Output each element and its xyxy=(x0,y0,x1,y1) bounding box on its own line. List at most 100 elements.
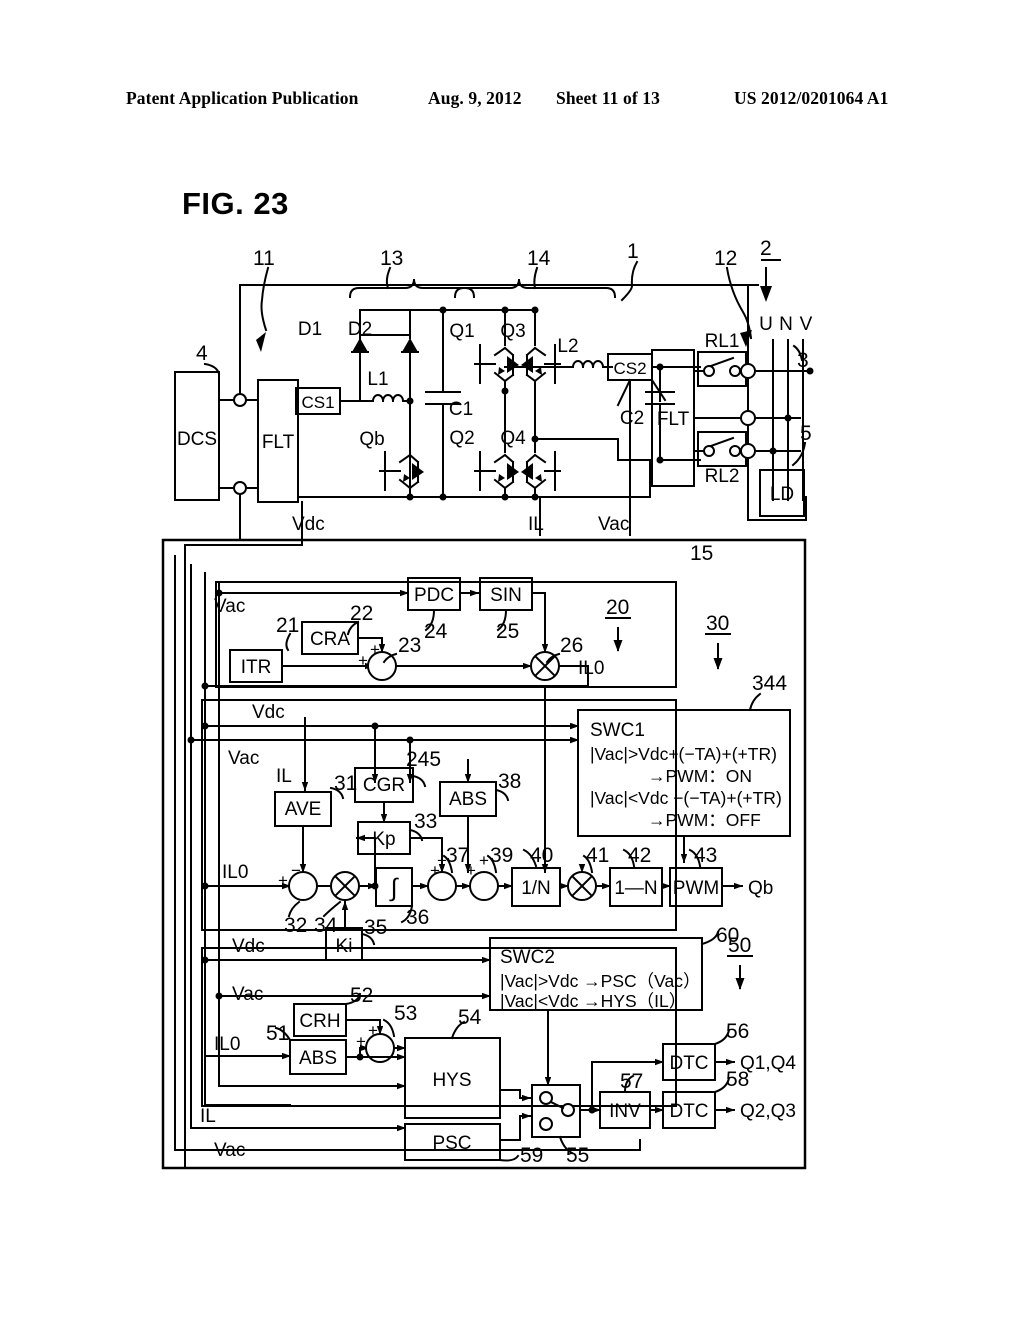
swc2-line2: |Vac|<Vdc →HYS（IL） xyxy=(500,991,686,1011)
sign-23-plus-top: + xyxy=(370,640,380,659)
terminal-n xyxy=(740,410,756,426)
ref-52: 52 xyxy=(350,984,373,1007)
ref-3: 3 xyxy=(797,349,809,372)
terminal-dc-minus xyxy=(233,481,247,495)
label-ld: LD xyxy=(770,484,794,505)
sign-53-left: + xyxy=(356,1032,366,1051)
leader-59 xyxy=(498,1154,520,1162)
figure-23-drawing: DCS FLT CS1 CS2 FLT LD D1 D2 Q1 Q2 Q3 Q4… xyxy=(161,237,814,1170)
sign-23-plus-left: + xyxy=(358,651,368,670)
label-dtc-56: DTC xyxy=(669,1053,708,1074)
swc1-line2: →PWM：ON xyxy=(648,766,752,786)
label-il-30: IL xyxy=(276,766,292,787)
ref-11: 11 xyxy=(253,247,275,270)
label-q4: Q4 xyxy=(500,428,526,449)
ref-4: 4 xyxy=(196,342,208,365)
label-d1: D1 xyxy=(298,319,322,340)
ref-40: 40 xyxy=(530,844,553,867)
terminal-u xyxy=(740,363,756,379)
ref-21: 21 xyxy=(276,614,299,637)
label-l1: L1 xyxy=(367,369,388,390)
label-q2: Q2 xyxy=(449,428,474,449)
label-rl2: RL2 xyxy=(705,466,740,487)
ref-59: 59 xyxy=(520,1144,543,1167)
label-qb: Qb xyxy=(359,429,384,450)
ref-12: 12 xyxy=(714,247,737,270)
ref-55: 55 xyxy=(566,1144,589,1167)
label-ave: AVE xyxy=(285,799,322,820)
swc1-line1: |Vac|>Vdc+(−TA)+(+TR) xyxy=(590,744,777,764)
label-c2: C2 xyxy=(620,408,644,429)
label-cra: CRA xyxy=(310,629,350,650)
leader-344 xyxy=(748,692,762,712)
label-itr: ITR xyxy=(241,657,272,678)
ref-245: 245 xyxy=(406,748,441,771)
switch-contact-common xyxy=(561,1103,575,1117)
ref-24: 24 xyxy=(424,620,448,643)
label-il0-main: IL0 xyxy=(222,862,248,883)
ref-23: 23 xyxy=(398,634,421,657)
label-vdc-30: Vdc xyxy=(252,702,285,723)
label-vac-bottom: Vac xyxy=(214,1140,245,1161)
ref-25: 25 xyxy=(496,620,519,643)
label-abs-51: ABS xyxy=(299,1048,337,1069)
leader-53 xyxy=(382,1018,396,1038)
label-terminal-u: U xyxy=(759,314,773,335)
swc1-line4: →PWM：OFF xyxy=(648,810,761,830)
terminal-v xyxy=(740,443,756,459)
ref-57: 57 xyxy=(620,1070,643,1093)
leader-1 xyxy=(620,260,639,302)
label-l2: L2 xyxy=(557,336,578,357)
sign-32-minus: − xyxy=(291,861,301,880)
ref-58: 58 xyxy=(726,1068,749,1091)
ref-344: 344 xyxy=(752,672,787,695)
ref-22: 22 xyxy=(350,602,373,625)
ref-39: 39 xyxy=(490,844,513,867)
relay-rl1-contact-b xyxy=(729,365,741,377)
label-hys: HYS xyxy=(432,1070,471,1091)
sign-39-top: + xyxy=(479,851,489,870)
ref-53: 53 xyxy=(394,1002,417,1025)
ref-51: 51 xyxy=(266,1022,289,1045)
label-vac-50: Vac xyxy=(232,984,263,1005)
swc1-line3: |Vac|<Vdc −(−TA)+(+TR) xyxy=(590,788,782,808)
label-il0-50: IL0 xyxy=(214,1034,240,1055)
ref-41: 41 xyxy=(586,844,609,867)
label-vac-20: Vac xyxy=(214,596,245,617)
ref-31: 31 xyxy=(334,772,357,795)
label-sin: SIN xyxy=(490,585,522,606)
label-cs1: CS1 xyxy=(301,393,334,412)
ref-2: 2 xyxy=(760,237,772,260)
ref-30: 30 xyxy=(706,612,729,635)
label-flt-input: FLT xyxy=(262,432,295,453)
ref-38: 38 xyxy=(498,770,521,793)
swc2-line1: |Vac|>Vdc →PSC（Vac） xyxy=(500,971,701,991)
swc2-title: SWC2 xyxy=(500,947,555,968)
label-integrator: ∫ xyxy=(389,874,399,902)
ref-26: 26 xyxy=(560,634,583,657)
relay-rl2-contact-a xyxy=(703,445,715,457)
label-vac-30: Vac xyxy=(228,748,259,769)
leader-245 xyxy=(411,774,427,788)
ref-54: 54 xyxy=(458,1006,482,1029)
swc1-title: SWC1 xyxy=(590,720,645,741)
ref-14: 14 xyxy=(527,247,551,270)
ref-1: 1 xyxy=(627,240,639,263)
terminal-dc-plus xyxy=(233,393,247,407)
label-vac-power: Vac xyxy=(598,514,629,535)
ref-34: 34 xyxy=(314,914,338,937)
output-qb: Qb xyxy=(748,878,773,899)
label-il-50: IL xyxy=(200,1106,216,1127)
patent-figure-page: Patent Application Publication Aug. 9, 2… xyxy=(0,0,1024,1320)
leader-11 xyxy=(260,266,270,332)
label-c1: C1 xyxy=(449,399,473,420)
label-terminal-v: V xyxy=(800,314,813,335)
label-flt-output: FLT xyxy=(657,409,690,430)
label-terminal-n: N xyxy=(779,314,793,335)
switch-contact-bottom xyxy=(539,1117,553,1131)
label-abs-38: ABS xyxy=(449,789,487,810)
ref-33: 33 xyxy=(414,810,437,833)
label-vdc-power: Vdc xyxy=(292,514,325,535)
label-dtc-58: DTC xyxy=(669,1101,708,1122)
ref-5: 5 xyxy=(800,422,812,445)
